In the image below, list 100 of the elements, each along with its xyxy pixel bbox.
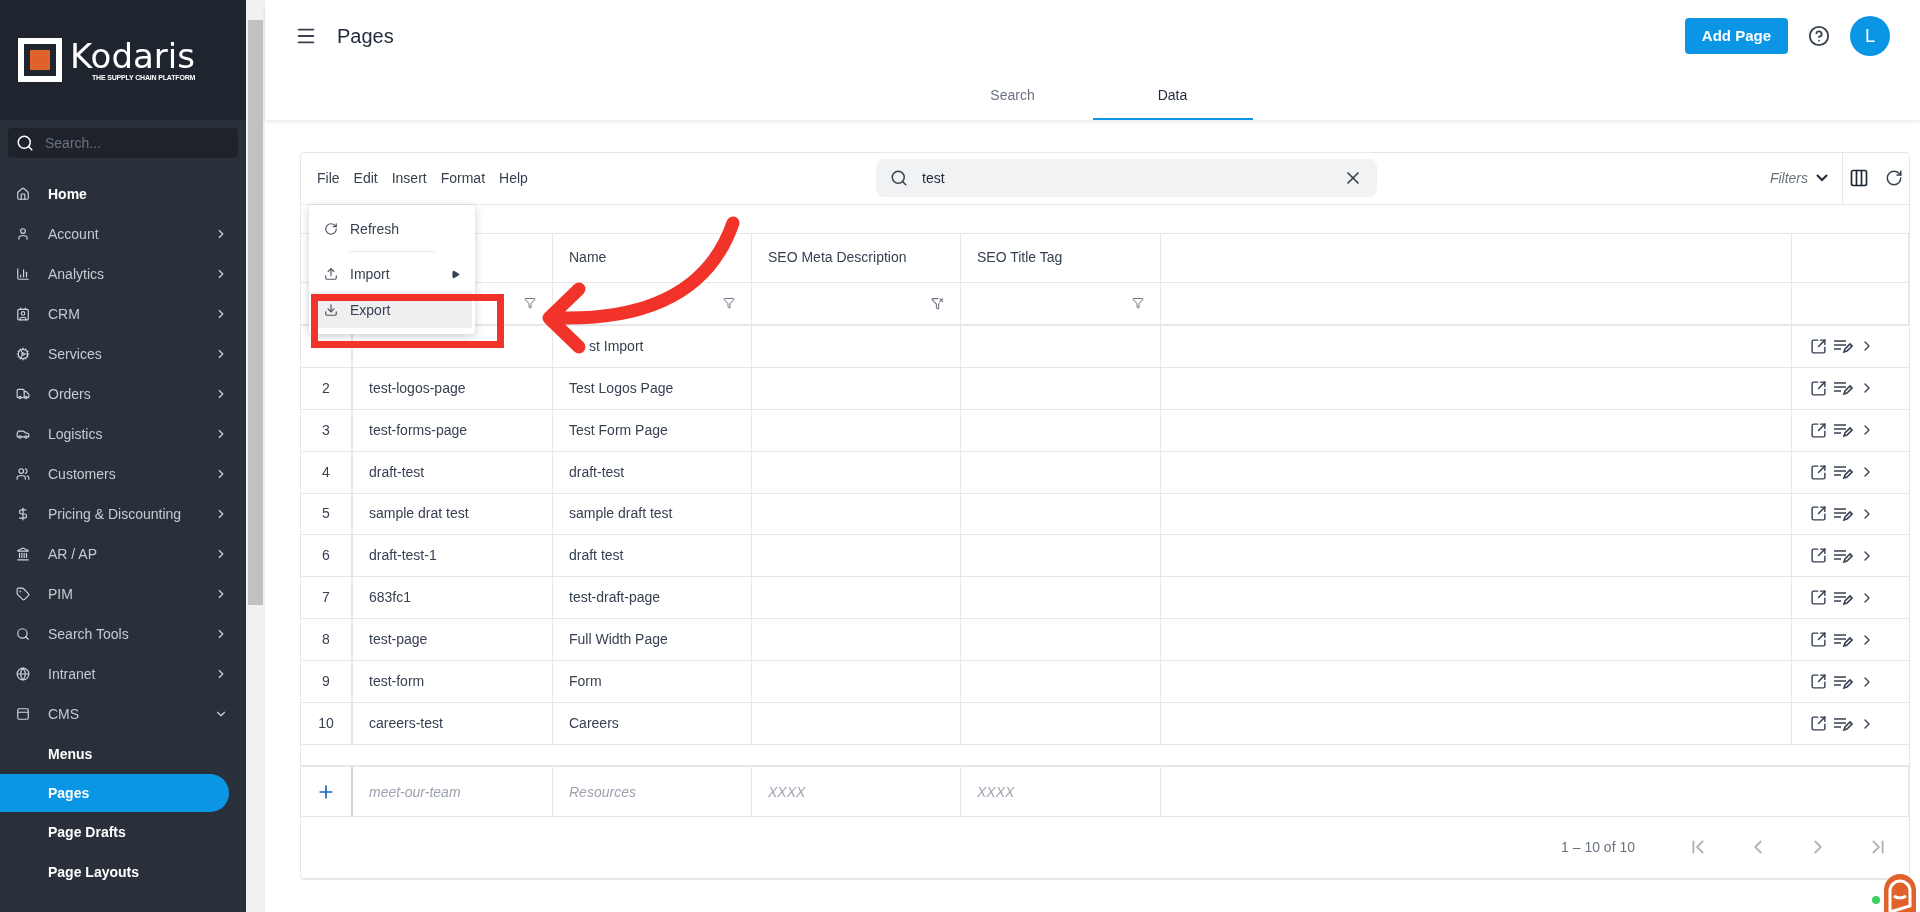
table-cell: test-form <box>353 661 553 703</box>
sidebar-item[interactable]: CMS <box>0 694 246 734</box>
sidebar-item[interactable]: Logistics <box>0 414 246 454</box>
panel-icon <box>16 707 30 721</box>
list-edit-icon[interactable] <box>1833 673 1853 690</box>
open-link-icon[interactable] <box>1810 715 1827 733</box>
sidebar-item[interactable]: Account <box>0 214 246 254</box>
columns-icon[interactable] <box>1849 168 1869 189</box>
upload-icon <box>324 267 338 281</box>
tab[interactable]: Data <box>1092 72 1253 120</box>
list-edit-icon[interactable] <box>1833 338 1853 355</box>
sidebar-subitem[interactable]: Page Drafts <box>0 812 246 852</box>
table-cell: 683fc1 <box>353 577 553 619</box>
open-link-icon[interactable] <box>1810 379 1827 397</box>
table-cell: sample draft test <box>553 493 752 535</box>
table-cell: test-draft-page <box>553 577 752 619</box>
open-link-icon[interactable] <box>1810 673 1827 691</box>
filter-off-icon[interactable] <box>931 296 944 310</box>
list-edit-icon[interactable] <box>1833 422 1853 439</box>
sidebar-item[interactable]: Home <box>0 174 246 214</box>
column-header: SEO Title Tag <box>961 233 1161 282</box>
open-link-icon[interactable] <box>1810 589 1827 607</box>
list-edit-icon[interactable] <box>1833 589 1853 606</box>
menu-bar-item[interactable]: File <box>317 167 340 189</box>
car-icon <box>16 427 30 441</box>
menu-item[interactable]: Import <box>312 256 472 292</box>
search-icon <box>16 134 34 152</box>
open-link-icon[interactable] <box>1810 631 1827 649</box>
row-number: 10 <box>301 703 353 745</box>
new-row-field[interactable]: meet-our-team <box>353 767 552 817</box>
list-edit-icon[interactable] <box>1833 715 1853 732</box>
table-cell: Form <box>553 661 752 703</box>
open-link-icon[interactable] <box>1810 337 1827 355</box>
column-header: SEO Meta Description <box>752 233 961 282</box>
table-cell: draft test <box>553 535 752 577</box>
table-cell: test-logos-page <box>353 367 553 409</box>
bank-icon <box>16 547 30 561</box>
menu-item[interactable]: Refresh <box>312 211 472 247</box>
open-link-icon[interactable] <box>1810 421 1827 439</box>
pagination-range: 1 – 10 of 10 <box>1561 838 1635 857</box>
chevron-down-icon <box>1816 174 1828 183</box>
sidebar-item[interactable]: Analytics <box>0 254 246 294</box>
table-cell: Full Width Page <box>553 619 752 661</box>
open-link-icon[interactable] <box>1810 463 1827 481</box>
search-field[interactable]: test <box>876 159 1377 198</box>
menu-bar-item[interactable]: Insert <box>391 167 427 189</box>
sidebar-item[interactable]: AR / AP <box>0 534 246 574</box>
help-icon[interactable] <box>1808 25 1830 47</box>
table-cell: Test Logos Page <box>553 367 752 409</box>
new-row-field[interactable]: XXXX <box>752 767 960 817</box>
sidebar-item[interactable]: Orders <box>0 374 246 414</box>
table-cell: draft-test <box>353 451 553 493</box>
list-edit-icon[interactable] <box>1833 464 1853 481</box>
download-icon <box>324 303 338 317</box>
filter-icon[interactable] <box>524 297 536 310</box>
open-link-icon[interactable] <box>1810 547 1827 565</box>
page-title: Pages <box>337 24 395 49</box>
person-icon <box>16 227 30 241</box>
menu-bar-item[interactable]: Help <box>499 167 528 189</box>
sidebar-item[interactable]: PIM <box>0 574 246 614</box>
scrollbar[interactable] <box>246 0 265 912</box>
table-cell: Careers <box>553 703 752 745</box>
row-number: 4 <box>301 451 353 493</box>
filter-icon[interactable] <box>1132 297 1144 310</box>
sidebar-item[interactable]: Customers <box>0 454 246 494</box>
list-edit-icon[interactable] <box>1833 631 1853 648</box>
table-cell: careers-test <box>353 703 553 745</box>
column-header: Name <box>553 233 752 282</box>
row-number: 9 <box>301 661 353 703</box>
sidebar-subitem[interactable]: Menus <box>0 734 246 774</box>
sidebar-item[interactable]: CRM <box>0 294 246 334</box>
home-icon <box>16 187 30 201</box>
menu-bar-item[interactable]: Format <box>440 167 486 189</box>
refresh-icon <box>324 222 338 236</box>
sidebar-item[interactable]: Services <box>0 334 246 374</box>
sidebar-item[interactable]: Search Tools <box>0 614 246 654</box>
tab[interactable]: Search <box>932 72 1093 120</box>
sidebar-item[interactable]: Pricing & Discounting <box>0 494 246 534</box>
open-link-icon[interactable] <box>1810 505 1827 523</box>
list-edit-icon[interactable] <box>1833 380 1853 397</box>
search-field[interactable]: Search... <box>8 128 238 158</box>
row-number: 8 <box>301 619 353 661</box>
refresh-icon[interactable] <box>1885 169 1903 188</box>
table-cell: sample drat test <box>353 493 553 535</box>
filter-icon[interactable] <box>723 297 735 310</box>
sidebar-item[interactable]: Intranet <box>0 654 246 694</box>
brand-name: Kodaris <box>70 38 196 73</box>
search-icon <box>16 627 30 641</box>
table-cell: st Import <box>553 325 752 367</box>
row-number: 2 <box>301 367 353 409</box>
new-row-field[interactable]: Resources <box>553 767 751 817</box>
logo-icon <box>18 38 62 82</box>
filters-dropdown[interactable]: Filters <box>1769 167 1828 189</box>
menu-bar-item[interactable]: Edit <box>353 167 378 189</box>
new-row-field[interactable]: XXXX <box>961 767 1160 817</box>
list-edit-icon[interactable] <box>1833 505 1853 522</box>
list-edit-icon[interactable] <box>1833 547 1853 564</box>
sidebar-subitem[interactable]: Page Layouts <box>0 852 246 892</box>
people-icon <box>16 467 30 481</box>
truck-icon <box>16 387 30 401</box>
